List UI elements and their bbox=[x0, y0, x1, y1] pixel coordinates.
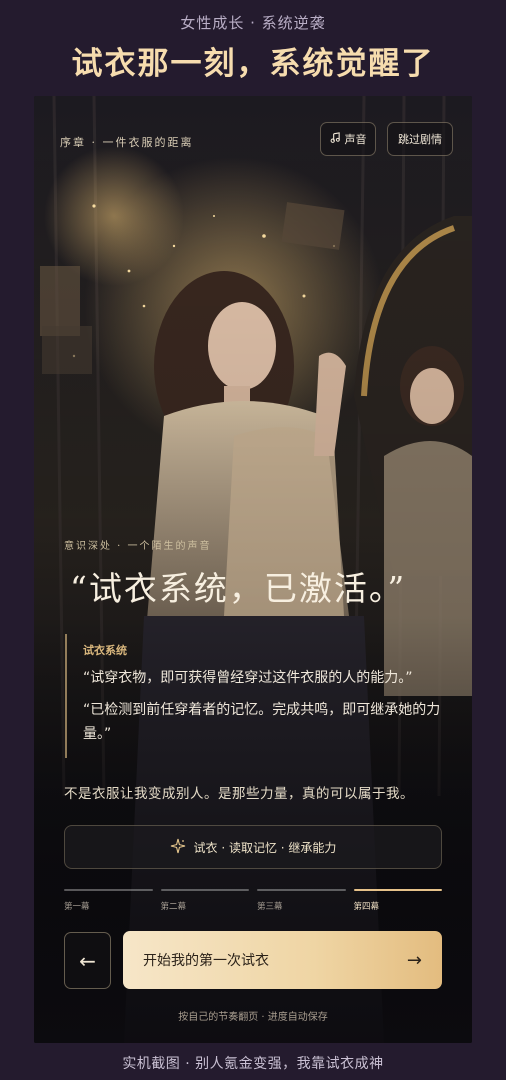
footer-caption: 实机截图 · 别人氪金变强，我靠试衣成神 bbox=[122, 1056, 384, 1072]
chapter-progress-bar bbox=[160, 889, 249, 891]
chapter-progress-bar bbox=[353, 889, 442, 891]
chapter-label: 第三幕 bbox=[257, 902, 283, 912]
back-button[interactable]: ← bbox=[64, 932, 111, 989]
save-hint: 按自己的节奏翻页 · 进度自动保存 bbox=[178, 1012, 328, 1023]
start-first-tryon-button[interactable]: 开始我的第一次试衣 → bbox=[123, 931, 442, 989]
music-note-icon bbox=[330, 132, 341, 146]
chapter-label: 第四幕 bbox=[353, 902, 380, 912]
sound-toggle-button[interactable]: 声音 bbox=[320, 122, 376, 156]
speaker-name: 试衣系统 bbox=[83, 644, 127, 657]
chapter-title: 序章 · 一件衣服的距离 bbox=[60, 136, 194, 149]
ability-action-panel[interactable]: 试衣 · 读取记忆 · 继承能力 bbox=[64, 825, 442, 869]
narration-text: 不是衣服让我变成别人。是那些力量，真的可以属于我。 bbox=[64, 786, 414, 802]
ability-action-label: 试衣 · 读取记忆 · 继承能力 bbox=[193, 840, 337, 855]
chapter-segment-4[interactable]: 第四幕 bbox=[353, 889, 442, 919]
chapter-segment-1[interactable]: 第一幕 bbox=[64, 889, 153, 919]
sparkle-icon bbox=[170, 838, 186, 857]
system-dialogue: 试衣系统 “试穿衣物，即可获得曾经穿过这件衣服的人的能力。” “已检测到前任穿着… bbox=[65, 634, 450, 758]
skip-story-button[interactable]: 跳过剧情 bbox=[387, 122, 453, 156]
promo-headline: 试衣那一刻，系统觉醒了 bbox=[71, 46, 435, 82]
arrow-left-icon: ← bbox=[79, 948, 96, 973]
sound-label: 声音 bbox=[344, 133, 367, 146]
chapter-label: 第二幕 bbox=[160, 902, 187, 912]
system-activation-quote: “试衣系统，已激活。” bbox=[70, 569, 407, 608]
dialogue-line-2: “已检测到前任穿着者的记忆。完成共鸣，即可继承她的力量。” bbox=[83, 702, 441, 742]
start-button-label: 开始我的第一次试衣 bbox=[143, 953, 269, 969]
chapter-segment-3[interactable]: 第三幕 bbox=[257, 889, 346, 919]
chapter-label: 第一幕 bbox=[64, 902, 90, 912]
dialogue-line-1: “试穿衣物，即可获得曾经穿过这件衣服的人的能力。” bbox=[83, 670, 413, 686]
page: 女性成长 · 系统逆袭 试衣那一刻，系统觉醒了 序章 · 一件衣服的距离 声音 … bbox=[0, 0, 506, 1080]
chapter-progress: 第一幕 第二幕 第三幕 第四幕 bbox=[64, 889, 442, 919]
chapter-progress-bar bbox=[64, 889, 153, 891]
arrow-right-icon: → bbox=[406, 949, 422, 971]
game-screen: 序章 · 一件衣服的距离 声音 跳过剧情 意识深处 · 一个陌生的声音 “试衣系… bbox=[34, 96, 472, 1043]
genre-caption: 女性成长 · 系统逆袭 bbox=[180, 14, 326, 32]
chapter-segment-2[interactable]: 第二幕 bbox=[160, 889, 249, 919]
scene-subtitle: 意识深处 · 一个陌生的声音 bbox=[64, 541, 212, 552]
chapter-progress-bar bbox=[257, 889, 346, 891]
